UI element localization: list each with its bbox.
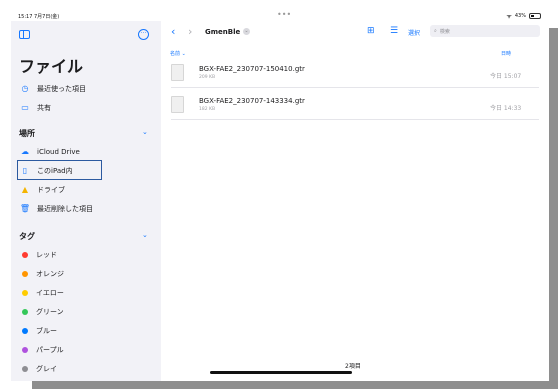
tag-label: グリーン xyxy=(36,307,64,316)
list-view-icon[interactable]: ☰ xyxy=(390,26,398,36)
file-date: 今日 15:07 xyxy=(490,73,522,80)
tag-dot-icon xyxy=(22,270,28,277)
select-button[interactable]: 選択 xyxy=(408,28,420,37)
sort-by-date-button[interactable]: 日時 xyxy=(501,50,511,57)
tag-item-gray[interactable]: グレイ xyxy=(19,361,57,376)
sidebar-item-label: 最近使った項目 xyxy=(37,84,86,93)
tag-label: パープル xyxy=(36,345,64,354)
sidebar-item-recents[interactable]: ◷ 最近使った項目 xyxy=(19,81,87,96)
sidebar-item-label: ドライブ xyxy=(37,185,65,194)
tag-item-red[interactable]: レッド xyxy=(19,247,57,262)
sidebar-title: ファイル xyxy=(19,57,84,76)
search-placeholder: 検索 xyxy=(439,28,450,35)
wifi-icon: ᯤ xyxy=(506,13,512,20)
folder-menu-chevron-icon[interactable]: ⌄ xyxy=(243,28,250,35)
tag-label: グレイ xyxy=(36,364,57,373)
tag-dot-icon xyxy=(22,365,28,372)
clock-icon: ◷ xyxy=(21,84,29,93)
folder-title[interactable]: GmenBle xyxy=(205,28,240,36)
tag-label: ブルー xyxy=(36,326,57,335)
ipad-screen: 15:17 7月7日(金) ••• ᯤ 43% ··· ファイル ◷ 最近使った… xyxy=(11,9,549,381)
status-right: ᯤ 43% xyxy=(506,12,541,20)
status-time: 15:17 7月7日(金) xyxy=(18,14,60,20)
sidebar: ··· ファイル ◷ 最近使った項目 ▭ 共有 場所 ⌄ ☁ iCloud Dr… xyxy=(11,21,161,381)
highlight-box xyxy=(17,160,102,180)
home-indicator[interactable] xyxy=(210,371,352,374)
sidebar-item-recently-deleted[interactable]: 🗑 最近削除した項目 xyxy=(19,201,93,216)
battery-fill xyxy=(531,15,535,17)
tag-item-yellow[interactable]: イエロー xyxy=(19,285,64,300)
document-icon xyxy=(171,64,184,81)
tag-item-green[interactable]: グリーン xyxy=(19,304,64,319)
tags-chevron-icon[interactable]: ⌄ xyxy=(142,231,148,239)
frame-shadow-right xyxy=(548,28,558,387)
search-icon: ⌕ xyxy=(434,28,437,34)
cloud-icon: ☁ xyxy=(21,147,29,156)
sidebar-toggle-icon[interactable] xyxy=(19,30,30,39)
google-drive-icon: ▲ xyxy=(21,185,29,194)
column-name-label: 名前 xyxy=(170,51,181,57)
tag-item-blue[interactable]: ブルー xyxy=(19,323,57,338)
nav-bar: ‹ › GmenBle ⌄ ⊞ ☰ 選択 ⌕ 検索 xyxy=(161,21,549,43)
sidebar-item-label: 最近削除した項目 xyxy=(37,204,93,213)
document-icon xyxy=(171,96,184,113)
battery-icon xyxy=(529,13,541,19)
tags-header: タグ xyxy=(19,232,35,241)
file-row[interactable]: BGX-FAE2_230707-143334.gtr 182 KB 今日 14:… xyxy=(171,93,539,120)
forward-chevron-icon[interactable]: › xyxy=(188,25,192,38)
sidebar-item-drive[interactable]: ▲ ドライブ xyxy=(19,182,65,197)
file-size: 209 KB xyxy=(199,75,216,80)
tag-dot-icon xyxy=(22,346,28,353)
tag-label: レッド xyxy=(36,250,57,259)
tag-label: イエロー xyxy=(36,288,64,297)
file-size: 182 KB xyxy=(199,107,216,112)
file-browser: ‹ › GmenBle ⌄ ⊞ ☰ 選択 ⌕ 検索 名前 ⌄ 日時 BGX-FA… xyxy=(161,21,549,381)
sidebar-item-label: 共有 xyxy=(37,103,51,112)
locations-header: 場所 xyxy=(19,129,35,138)
search-field[interactable]: ⌕ 検索 xyxy=(430,25,540,37)
battery-percent: 43% xyxy=(514,13,526,19)
locations-chevron-icon[interactable]: ⌄ xyxy=(142,128,148,136)
file-name: BGX-FAE2_230707-150410.gtr xyxy=(199,65,305,73)
tag-dot-icon xyxy=(22,251,28,258)
item-count: 2項目 xyxy=(345,363,361,370)
tag-dot-icon xyxy=(22,308,28,315)
tag-label: オレンジ xyxy=(36,269,64,278)
file-row[interactable]: BGX-FAE2_230707-150410.gtr 209 KB 今日 15:… xyxy=(171,61,539,88)
trash-icon: 🗑 xyxy=(19,204,31,213)
shared-folder-icon: ▭ xyxy=(21,103,29,112)
tag-dot-icon xyxy=(22,289,28,296)
more-options-icon[interactable]: ··· xyxy=(138,29,149,40)
new-folder-icon[interactable]: ⊞ xyxy=(367,26,375,36)
multitask-dots-icon[interactable]: ••• xyxy=(277,10,291,19)
tag-dot-icon xyxy=(22,327,28,334)
tag-item-orange[interactable]: オレンジ xyxy=(19,266,64,281)
sidebar-item-shared[interactable]: ▭ 共有 xyxy=(19,100,51,115)
column-header: 名前 ⌄ 日時 xyxy=(161,50,549,60)
tag-item-purple[interactable]: パープル xyxy=(19,342,64,357)
sidebar-item-icloud[interactable]: ☁ iCloud Drive xyxy=(19,144,80,159)
file-date: 今日 14:33 xyxy=(490,105,522,112)
sort-by-name-button[interactable]: 名前 ⌄ xyxy=(170,50,186,57)
sidebar-item-label: iCloud Drive xyxy=(37,147,80,156)
file-name: BGX-FAE2_230707-143334.gtr xyxy=(199,97,305,105)
back-chevron-icon[interactable]: ‹ xyxy=(171,25,175,38)
